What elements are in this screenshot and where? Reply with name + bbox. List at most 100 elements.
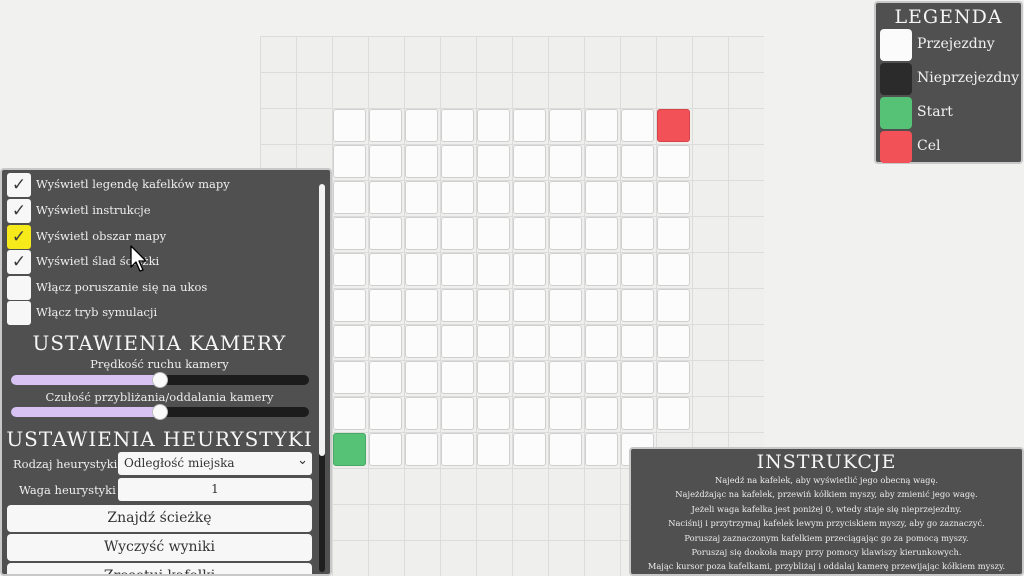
goal-tile[interactable] (657, 109, 690, 142)
checkbox-show-legend[interactable]: ✓ (7, 173, 31, 197)
map-tile[interactable] (333, 361, 366, 394)
map-tile[interactable] (657, 289, 690, 322)
map-tile[interactable] (405, 397, 438, 430)
map-tile[interactable] (333, 325, 366, 358)
start-tile[interactable] (333, 433, 366, 466)
map-tile[interactable] (585, 109, 618, 142)
map-tile[interactable] (405, 145, 438, 178)
zoom-sensitivity-slider[interactable] (11, 404, 309, 420)
option-show-legend[interactable]: ✓ Wyświetl legendę kafelków mapy (7, 173, 307, 197)
map-tile[interactable] (369, 253, 402, 286)
map-tile[interactable] (549, 433, 582, 466)
map-tile[interactable] (585, 217, 618, 250)
map-tile[interactable] (333, 289, 366, 322)
scrollbar-thumb[interactable] (319, 184, 325, 456)
map-tile[interactable] (333, 397, 366, 430)
map-tile[interactable] (405, 181, 438, 214)
map-tile[interactable] (441, 361, 474, 394)
map-tile[interactable] (405, 217, 438, 250)
map-tile[interactable] (477, 217, 510, 250)
map-tile[interactable] (405, 109, 438, 142)
map-tile[interactable] (441, 289, 474, 322)
map-tile[interactable] (513, 253, 546, 286)
map-tile[interactable] (333, 217, 366, 250)
map-tile[interactable] (657, 361, 690, 394)
map-tile[interactable] (585, 397, 618, 430)
map-tile[interactable] (405, 361, 438, 394)
map-tile[interactable] (621, 325, 654, 358)
map-tile[interactable] (621, 181, 654, 214)
map-tile[interactable] (405, 289, 438, 322)
map-tile[interactable] (657, 217, 690, 250)
map-tile[interactable] (333, 109, 366, 142)
option-show-map-area[interactable]: ✓ Wyświetl obszar mapy (7, 225, 307, 249)
map-tile[interactable] (441, 397, 474, 430)
map-tile[interactable] (513, 181, 546, 214)
map-tile[interactable] (441, 145, 474, 178)
heuristic-type-select[interactable]: Odległość miejska ⌄ (118, 452, 312, 475)
map-tile[interactable] (369, 397, 402, 430)
map-tile[interactable] (477, 325, 510, 358)
map-tile[interactable] (441, 181, 474, 214)
map-tile[interactable] (441, 217, 474, 250)
map-tile[interactable] (405, 325, 438, 358)
map-tile[interactable] (513, 289, 546, 322)
map-tile[interactable] (333, 145, 366, 178)
map-tile[interactable] (585, 289, 618, 322)
map-tile[interactable] (405, 433, 438, 466)
map-tile[interactable] (477, 361, 510, 394)
checkbox-show-path-trail[interactable]: ✓ (7, 250, 31, 274)
clear-results-button[interactable]: Wyczyść wyniki (7, 534, 312, 561)
checkbox-diagonal-movement[interactable] (7, 276, 31, 300)
map-tile[interactable] (369, 217, 402, 250)
map-tile[interactable] (513, 433, 546, 466)
map-tile[interactable] (369, 433, 402, 466)
map-tile[interactable] (585, 361, 618, 394)
map-tile[interactable] (477, 289, 510, 322)
map-tile[interactable] (621, 217, 654, 250)
option-simulation-mode[interactable]: Włącz tryb symulacji (7, 301, 307, 325)
map-tile[interactable] (369, 361, 402, 394)
map-tile[interactable] (621, 361, 654, 394)
option-show-path-trail[interactable]: ✓ Wyświetl ślad ścieżki (7, 250, 307, 274)
map-tile[interactable] (513, 325, 546, 358)
map-tile[interactable] (585, 181, 618, 214)
map-tile[interactable] (585, 433, 618, 466)
find-path-button[interactable]: Znajdź ścieżkę (7, 505, 312, 532)
map-tile[interactable] (657, 397, 690, 430)
map-tile[interactable] (621, 289, 654, 322)
map-tile[interactable] (441, 253, 474, 286)
slider-handle[interactable] (152, 372, 168, 388)
map-tile[interactable] (477, 397, 510, 430)
map-tile[interactable] (513, 217, 546, 250)
map-tile[interactable] (369, 145, 402, 178)
map-tile[interactable] (585, 253, 618, 286)
map-tile[interactable] (333, 181, 366, 214)
map-tile[interactable] (621, 145, 654, 178)
map-tile[interactable] (585, 325, 618, 358)
map-tile[interactable] (477, 433, 510, 466)
map-tile[interactable] (621, 253, 654, 286)
reset-tiles-button[interactable]: Zresetuj kafelki (7, 563, 312, 574)
map-tile[interactable] (549, 145, 582, 178)
map-tile[interactable] (513, 109, 546, 142)
map-tile[interactable] (513, 361, 546, 394)
map-tile[interactable] (657, 325, 690, 358)
map-tile[interactable] (549, 109, 582, 142)
map-tile[interactable] (549, 217, 582, 250)
map-tile[interactable] (549, 289, 582, 322)
map-tile[interactable] (441, 109, 474, 142)
map-tile[interactable] (621, 109, 654, 142)
map-tile[interactable] (477, 181, 510, 214)
map-tile[interactable] (621, 397, 654, 430)
map-tile[interactable] (657, 181, 690, 214)
map-tile[interactable] (333, 253, 366, 286)
checkbox-show-map-area[interactable]: ✓ (7, 225, 31, 249)
map-tile[interactable] (549, 181, 582, 214)
map-tile[interactable] (549, 325, 582, 358)
heuristic-weight-input[interactable]: 1 (118, 478, 312, 501)
map-tile[interactable] (657, 253, 690, 286)
map-tile[interactable] (477, 253, 510, 286)
option-diagonal-movement[interactable]: Włącz poruszanie się na ukos (7, 276, 307, 300)
map-tile[interactable] (477, 145, 510, 178)
